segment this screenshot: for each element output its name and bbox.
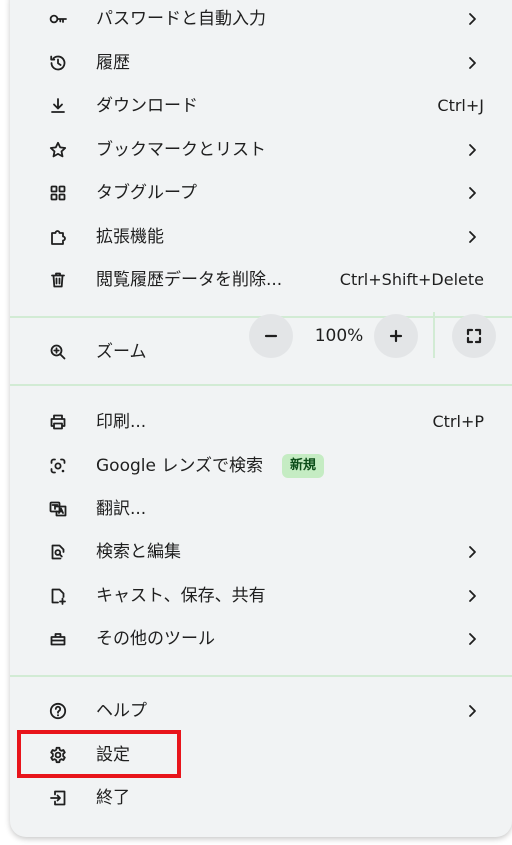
menu-item-help[interactable]: ヘルプ — [10, 690, 512, 732]
print-icon — [48, 412, 68, 432]
lens-icon — [48, 456, 68, 476]
minus-icon — [262, 327, 280, 345]
chevron-right-icon — [464, 588, 480, 604]
star-icon — [48, 140, 68, 160]
menu-item-passwords[interactable]: パスワードと自動入力 — [10, 0, 512, 40]
toolbox-icon — [48, 629, 68, 649]
shortcut-text: Ctrl+Shift+Delete — [339, 270, 484, 289]
menu-item-label: ヘルプ — [96, 701, 147, 721]
separator — [10, 675, 512, 677]
menu-item-label: その他のツール — [96, 629, 215, 649]
zoom-out-button[interactable] — [249, 314, 293, 358]
menu-item-history[interactable]: 履歴 — [10, 42, 512, 84]
menu-item-translate[interactable]: 翻訳... — [10, 488, 512, 530]
menu-item-label: パスワードと自動入力 — [96, 9, 266, 29]
menu-item-cast-save-share[interactable]: キャスト、保存、共有 — [10, 575, 512, 617]
menu-item-label: Google レンズで検索 — [96, 456, 264, 476]
zoom-label: ズーム — [96, 342, 147, 362]
menu-item-label: タブグループ — [96, 183, 197, 203]
zoom-icon — [48, 342, 68, 362]
separator — [10, 384, 512, 386]
help-icon — [48, 701, 68, 721]
fullscreen-button[interactable] — [452, 314, 496, 358]
menu-item-label: 拡張機能 — [96, 227, 164, 247]
trash-icon — [48, 270, 68, 290]
chevron-right-icon — [464, 142, 480, 158]
chevron-right-icon — [464, 631, 480, 647]
menu-item-label: 印刷... — [96, 412, 147, 432]
new-badge: 新規 — [282, 454, 325, 478]
chrome-app-menu: パスワードと自動入力 履歴 ダウンロード Ctrl+J ブックマークとリスト タ… — [10, 0, 512, 837]
menu-item-google-lens[interactable]: Google レンズで検索 新規 — [10, 445, 512, 487]
chevron-right-icon — [464, 229, 480, 245]
chevron-right-icon — [464, 703, 480, 719]
menu-item-label: 終了 — [96, 788, 130, 808]
menu-item-bookmarks[interactable]: ブックマークとリスト — [10, 129, 512, 171]
extension-icon — [48, 227, 68, 247]
shortcut-text: Ctrl+J — [437, 96, 484, 115]
exit-icon — [48, 788, 68, 808]
zoom-level: 100% — [314, 326, 364, 346]
tab-groups-icon — [48, 183, 68, 203]
shortcut-text: Ctrl+P — [432, 412, 484, 431]
plus-icon — [387, 327, 405, 345]
menu-item-exit[interactable]: 終了 — [10, 777, 512, 819]
zoom-divider — [433, 312, 435, 358]
download-icon — [48, 96, 68, 116]
fullscreen-icon — [465, 327, 483, 345]
menu-item-tab-groups[interactable]: タブグループ — [10, 172, 512, 214]
menu-item-label: 検索と編集 — [96, 542, 181, 562]
chevron-right-icon — [464, 55, 480, 71]
menu-item-label: 閲覧履歴データを削除... — [96, 270, 283, 290]
chevron-right-icon — [464, 544, 480, 560]
zoom-in-button[interactable] — [374, 314, 418, 358]
menu-item-print[interactable]: 印刷... Ctrl+P — [10, 401, 512, 443]
menu-item-more-tools[interactable]: その他のツール — [10, 618, 512, 660]
menu-item-label: キャスト、保存、共有 — [96, 586, 266, 606]
translate-icon — [48, 499, 68, 519]
settings-highlight-box — [17, 730, 181, 778]
menu-item-label: 翻訳... — [96, 499, 147, 519]
key-icon — [48, 9, 68, 29]
menu-item-label: ブックマークとリスト — [96, 140, 266, 160]
menu-item-extensions[interactable]: 拡張機能 — [10, 216, 512, 258]
cast-save-share-icon — [48, 586, 68, 606]
chevron-right-icon — [464, 11, 480, 27]
chevron-right-icon — [464, 185, 480, 201]
history-icon — [48, 53, 68, 73]
menu-item-clear-browsing-data[interactable]: 閲覧履歴データを削除... Ctrl+Shift+Delete — [10, 259, 512, 301]
menu-item-downloads[interactable]: ダウンロード Ctrl+J — [10, 85, 512, 127]
menu-item-label: 履歴 — [96, 53, 130, 73]
menu-item-label: ダウンロード — [96, 96, 198, 116]
find-edit-icon — [48, 542, 68, 562]
menu-item-find-edit[interactable]: 検索と編集 — [10, 531, 512, 573]
